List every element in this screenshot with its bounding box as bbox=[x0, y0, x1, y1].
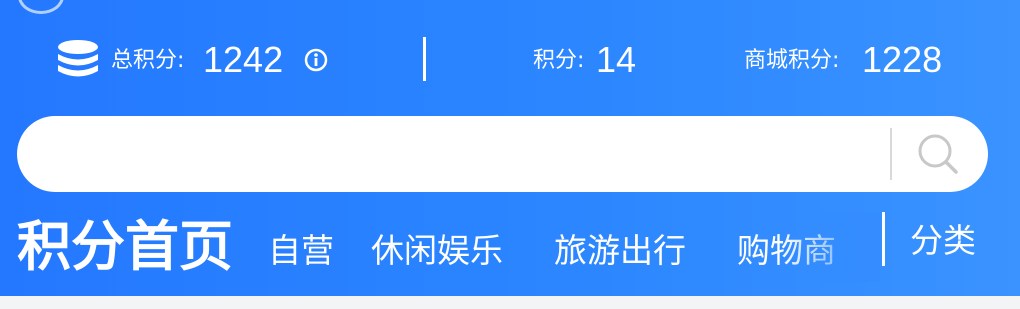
total-points-value: 1242 bbox=[203, 39, 284, 80]
points-divider bbox=[423, 37, 426, 81]
search-separator bbox=[890, 128, 892, 180]
tab-leisure[interactable]: 休闲娱乐 bbox=[371, 234, 503, 267]
points-label: 积分: bbox=[533, 48, 585, 73]
search-icon[interactable] bbox=[910, 130, 966, 178]
points-summary: 总积分: 1242 积分: 14 商城积分: 1228 bbox=[0, 36, 1020, 88]
mall-points-label: 商城积分: bbox=[744, 48, 840, 73]
category-button[interactable]: 分类 bbox=[910, 224, 976, 257]
info-icon[interactable] bbox=[304, 48, 328, 72]
tab-points-home[interactable]: 积分首页 bbox=[17, 220, 233, 274]
decorative-arc bbox=[18, 0, 64, 14]
tab-travel[interactable]: 旅游出行 bbox=[554, 234, 686, 267]
nav-fade-overlay bbox=[780, 212, 880, 282]
points-value: 14 bbox=[596, 39, 637, 80]
nav-divider bbox=[882, 212, 885, 266]
search-bar bbox=[17, 116, 988, 192]
category-nav: 积分首页 自营 休闲娱乐 旅游出行 购物商 分类 bbox=[0, 212, 1020, 282]
mall-points-value: 1228 bbox=[862, 39, 943, 80]
coin-stack-icon bbox=[58, 40, 98, 77]
tab-self-operated[interactable]: 自营 bbox=[268, 234, 334, 267]
search-input[interactable] bbox=[47, 134, 871, 176]
points-header: 总积分: 1242 积分: 14 商城积分: 1228 积分首页 自营 休闲娱乐… bbox=[0, 0, 1020, 296]
total-points-label: 总积分: bbox=[111, 48, 185, 73]
